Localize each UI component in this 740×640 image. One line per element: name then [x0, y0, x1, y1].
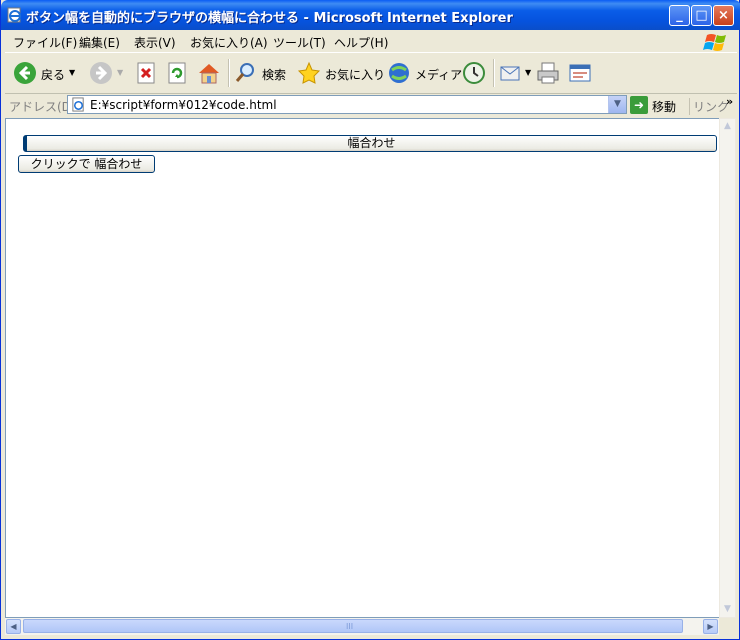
toolbar: 戻る ▼ ▼ 検索 お気に入り メディア ▼	[5, 53, 737, 94]
back-arrow-icon[interactable]	[13, 61, 37, 85]
minimize-button[interactable]: _	[669, 5, 690, 26]
menu-edit[interactable]: 編集(E)	[79, 34, 120, 51]
menu-help[interactable]: ヘルプ(H)	[334, 34, 388, 51]
toolbar-separator	[493, 59, 495, 87]
close-button[interactable]: ×	[713, 5, 734, 26]
menu-tools[interactable]: ツール(T)	[273, 34, 326, 51]
page-icon	[72, 97, 84, 112]
refresh-icon[interactable]	[166, 61, 190, 85]
menu-favorites[interactable]: お気に入り(A)	[190, 34, 268, 51]
scroll-up-icon[interactable]: ▲	[720, 119, 735, 134]
scrollbar-corner	[719, 618, 736, 635]
address-input[interactable]: E:¥script¥form¥012¥code.html ▼	[67, 95, 627, 114]
scroll-right-icon[interactable]: ▶	[703, 619, 718, 634]
media-button-label[interactable]: メディア	[415, 66, 462, 83]
links-chevron-icon[interactable]: »	[726, 95, 733, 108]
mail-dropdown-icon[interactable]: ▼	[525, 68, 531, 77]
fit-width-button[interactable]: 幅合わせ	[23, 135, 717, 152]
menu-bar: ファイル(F) 編集(E) 表示(V) お気に入り(A) ツール(T) ヘルプ(…	[5, 30, 737, 53]
menu-view[interactable]: 表示(V)	[134, 34, 176, 51]
back-button-label[interactable]: 戻る	[41, 66, 65, 83]
links-label[interactable]: リンク	[689, 98, 729, 115]
history-icon[interactable]	[462, 61, 486, 85]
favorites-button-label[interactable]: お気に入り	[325, 66, 385, 83]
back-dropdown-icon[interactable]: ▼	[69, 68, 75, 77]
windows-logo-icon	[703, 34, 726, 51]
media-icon[interactable]	[387, 61, 411, 85]
click-to-fit-button[interactable]: クリックで 幅合わせ	[18, 155, 155, 173]
page-content: 幅合わせ クリックで 幅合わせ	[5, 118, 719, 618]
forward-arrow-icon[interactable]	[89, 61, 113, 85]
scroll-grip: III	[346, 622, 354, 631]
address-label: アドレス(D)	[9, 100, 76, 114]
address-value: E:¥script¥form¥012¥code.html	[90, 98, 277, 112]
scroll-left-icon[interactable]: ◀	[6, 619, 21, 634]
address-bar: アドレス(D) E:¥script¥form¥012¥code.html ▼ ➜…	[5, 94, 737, 116]
print-icon[interactable]	[536, 61, 560, 85]
favorites-star-icon[interactable]	[297, 61, 321, 85]
stop-icon[interactable]	[135, 61, 159, 85]
menu-file[interactable]: ファイル(F)	[13, 34, 77, 51]
forward-dropdown-icon[interactable]: ▼	[117, 68, 123, 77]
ie-icon	[7, 7, 21, 23]
vertical-scrollbar[interactable]: ▲ ▼	[719, 118, 736, 618]
horizontal-scroll-thumb[interactable]: III	[23, 619, 683, 633]
toolbar-separator	[228, 59, 230, 87]
mail-icon[interactable]	[499, 61, 523, 85]
browser-window: ボタン幅を自動的にブラウザの横幅に合わせる - Microsoft Intern…	[0, 0, 740, 640]
home-icon[interactable]	[197, 61, 221, 85]
go-arrow-icon[interactable]: ➜	[630, 96, 648, 114]
title-bar[interactable]: ボタン幅を自動的にブラウザの横幅に合わせる - Microsoft Intern…	[1, 0, 740, 30]
edit-icon[interactable]	[568, 61, 592, 85]
search-button-label[interactable]: 検索	[262, 66, 286, 83]
horizontal-scrollbar[interactable]: ◀ III ▶	[5, 618, 719, 635]
go-button-label[interactable]: 移動	[652, 98, 676, 115]
search-icon[interactable]	[234, 61, 258, 85]
scroll-down-icon[interactable]: ▼	[720, 602, 735, 617]
window-title: ボタン幅を自動的にブラウザの横幅に合わせる - Microsoft Intern…	[26, 11, 513, 26]
maximize-button[interactable]: □	[691, 5, 712, 26]
address-dropdown-icon[interactable]: ▼	[608, 96, 626, 113]
